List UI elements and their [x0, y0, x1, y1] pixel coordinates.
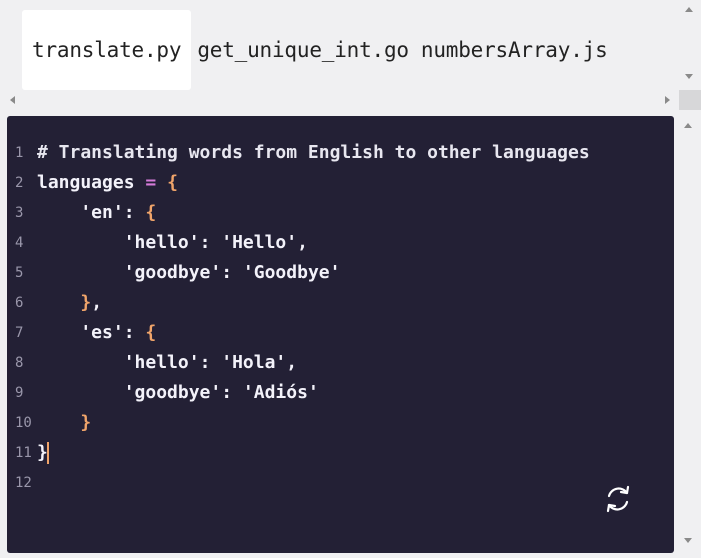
code-token: : [199, 232, 222, 253]
tab-get-unique-int-go[interactable]: get_unique_int.go [191, 10, 415, 90]
code-token: 'goodbye' [37, 382, 222, 403]
code-line: 5 'goodbye': 'Goodbye' [7, 258, 674, 288]
code-token: { [145, 322, 157, 343]
chevron-left-icon[interactable] [10, 96, 15, 104]
scrollbar-corner [679, 90, 701, 110]
code-line: 8 'hello': 'Hola', [7, 348, 674, 378]
code-token: , [286, 352, 298, 373]
line-number: 4 [15, 235, 24, 251]
code-token: { [167, 172, 178, 193]
line-number: 5 [15, 265, 24, 281]
code-token: languages [37, 172, 146, 193]
chevron-down-icon[interactable] [685, 74, 693, 79]
code-line: 10 } [7, 408, 674, 438]
line-text: 'hello': 'Hello', [37, 228, 308, 258]
code-editor[interactable]: 1 # Translating words from English to oth… [7, 116, 674, 553]
line-number: 11 [15, 445, 32, 461]
line-text: 'hello': 'Hola', [37, 348, 297, 378]
line-number: 2 [15, 175, 24, 191]
line-text: } [37, 408, 91, 438]
file-tabs: translate.py get_unique_int.go numbersAr… [22, 10, 614, 90]
line-text: 'es': { [37, 318, 156, 348]
line-text: 'goodbye': 'Adiós' [37, 378, 319, 408]
code-token: 'goodbye' [37, 262, 222, 283]
line-number: 8 [15, 355, 24, 371]
code-line: 3 'en': { [7, 198, 674, 228]
refresh-icon [606, 485, 630, 513]
code-line: 4 'hello': 'Hello', [7, 228, 674, 258]
code-token: 'hello' [37, 232, 200, 253]
line-text: 'goodbye': 'Goodbye' [37, 258, 341, 288]
line-text: # Translating words from English to othe… [37, 138, 590, 168]
code-token: : [221, 382, 243, 403]
editor-scrollbar[interactable] [676, 116, 701, 553]
code-token: } [80, 292, 92, 313]
code-token: { [145, 202, 157, 223]
code-token: : [199, 352, 222, 373]
chevron-down-icon[interactable] [684, 538, 692, 543]
code-token: 'en' [37, 202, 124, 223]
code-token: # Translating words from English to othe… [37, 142, 590, 163]
code-line: 6 }, [7, 288, 674, 318]
refresh-button[interactable] [601, 482, 635, 516]
code-token: , [91, 292, 103, 313]
tab-translate-py[interactable]: translate.py [22, 10, 192, 90]
tab-bar: translate.py get_unique_int.go numbersAr… [0, 0, 701, 112]
code-token: 'hello' [37, 352, 200, 373]
line-number: 6 [15, 295, 24, 311]
code-line: 9 'goodbye': 'Adiós' [7, 378, 674, 408]
code-token: 'Hello' [221, 232, 298, 253]
code-lines: 1 # Translating words from English to oth… [7, 138, 674, 498]
code-token: = [145, 172, 157, 193]
chevron-right-icon[interactable] [665, 96, 670, 104]
line-number: 9 [15, 385, 24, 401]
code-token: : [123, 202, 146, 223]
code-line: 7 'es': { [7, 318, 674, 348]
chevron-up-icon[interactable] [684, 123, 692, 128]
line-number: 12 [15, 475, 32, 491]
code-line: 12 [7, 468, 674, 498]
line-number: 1 [15, 145, 24, 161]
tab-numbers-array-js[interactable]: numbersArray.js [415, 10, 614, 90]
code-line: 1 # Translating words from English to oth… [7, 138, 674, 168]
line-number: 7 [15, 325, 24, 341]
line-number: 3 [15, 205, 24, 221]
line-text: 'en': { [37, 198, 156, 228]
line-text: languages = { [37, 168, 178, 198]
code-line: 11} [7, 438, 674, 468]
code-token: : [123, 322, 146, 343]
chevron-up-icon[interactable] [685, 7, 693, 12]
code-line: 2 languages = { [7, 168, 674, 198]
code-token: } [80, 412, 92, 433]
code-token: 'es' [37, 322, 124, 343]
code-token: 'Goodbye' [242, 262, 341, 283]
text-cursor [46, 442, 49, 464]
code-token: 'Hola' [221, 352, 287, 373]
code-token: 'Adiós' [242, 382, 319, 403]
code-token: , [297, 232, 308, 253]
line-text: }, [37, 288, 102, 318]
code-token: : [221, 262, 243, 283]
line-text: } [37, 438, 49, 468]
line-number: 10 [15, 415, 32, 431]
